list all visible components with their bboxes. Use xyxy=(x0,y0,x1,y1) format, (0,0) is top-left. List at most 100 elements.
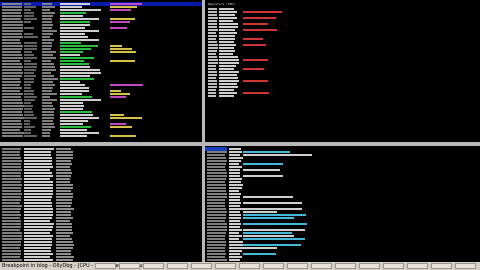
text-line xyxy=(219,65,236,67)
text-line xyxy=(24,256,51,258)
text-line xyxy=(42,66,56,68)
text-line xyxy=(60,84,86,86)
text-line xyxy=(56,163,73,165)
text-line xyxy=(42,117,54,119)
text-line xyxy=(110,90,121,92)
text-line xyxy=(2,21,24,23)
text-line xyxy=(2,184,22,186)
taskbar-button[interactable] xyxy=(215,263,236,269)
text-line xyxy=(2,223,21,225)
text-line xyxy=(207,175,227,177)
text-line xyxy=(219,29,236,31)
text-line xyxy=(56,208,74,210)
text-line xyxy=(56,238,73,240)
taskbar-button[interactable] xyxy=(455,263,476,269)
text-line xyxy=(207,229,227,231)
text-line xyxy=(42,6,56,8)
text-line xyxy=(2,33,23,35)
text-line xyxy=(56,166,71,168)
text-line xyxy=(42,54,54,56)
taskbar-button[interactable] xyxy=(239,263,260,269)
text-line xyxy=(2,129,20,131)
text-line xyxy=(24,190,53,192)
text-line xyxy=(60,15,84,17)
text-line xyxy=(207,199,226,201)
taskbar-button[interactable] xyxy=(191,263,212,269)
text-line xyxy=(60,72,102,74)
text-line xyxy=(24,117,38,119)
text-line xyxy=(229,214,241,216)
text-line xyxy=(56,157,74,159)
text-line xyxy=(207,163,226,165)
vertical-splitter-top[interactable] xyxy=(202,0,205,142)
text-line xyxy=(42,42,53,44)
taskbar-button[interactable] xyxy=(383,263,404,269)
text-line xyxy=(243,217,294,219)
text-line xyxy=(42,51,57,53)
text-line xyxy=(243,235,294,237)
registers-pane[interactable]: Registers (FPU) xyxy=(205,0,480,142)
text-line xyxy=(219,53,234,55)
text-line xyxy=(2,220,22,222)
taskbar-button[interactable] xyxy=(431,263,452,269)
text-line xyxy=(229,232,240,234)
text-line xyxy=(56,247,73,249)
text-line xyxy=(229,148,242,150)
text-line xyxy=(2,72,23,74)
text-line xyxy=(207,172,227,174)
text-line xyxy=(207,238,226,240)
text-line xyxy=(24,87,32,89)
taskbar-button[interactable] xyxy=(263,263,284,269)
hex-dump-pane[interactable] xyxy=(0,146,202,262)
text-line xyxy=(2,105,24,107)
text-line xyxy=(229,238,240,240)
text-line xyxy=(243,223,308,225)
text-line xyxy=(24,129,31,131)
taskbar-button[interactable] xyxy=(359,263,380,269)
text-line xyxy=(24,199,51,201)
text-line xyxy=(24,241,52,243)
text-line xyxy=(229,253,241,255)
text-line xyxy=(24,235,53,237)
horizontal-splitter[interactable] xyxy=(0,142,480,146)
text-line xyxy=(42,18,52,20)
taskbar-button[interactable] xyxy=(407,263,428,269)
text-line xyxy=(24,42,38,44)
text-line xyxy=(229,211,241,213)
disassembly-pane[interactable] xyxy=(0,0,202,142)
text-line xyxy=(56,154,74,156)
text-line xyxy=(207,187,227,189)
text-line xyxy=(229,178,242,180)
taskbar-button[interactable] xyxy=(335,263,356,269)
text-line xyxy=(60,132,99,134)
text-line xyxy=(2,214,21,216)
text-line xyxy=(24,93,35,95)
text-line xyxy=(42,90,52,92)
taskbar-button[interactable] xyxy=(119,263,140,269)
text-line xyxy=(219,77,238,79)
text-line xyxy=(24,51,33,53)
text-line xyxy=(2,154,21,156)
text-line xyxy=(2,12,21,14)
text-line xyxy=(24,184,53,186)
taskbar-button[interactable] xyxy=(311,263,332,269)
text-line xyxy=(207,259,227,261)
stack-pane[interactable] xyxy=(205,146,480,262)
text-line xyxy=(110,60,135,62)
text-line xyxy=(2,253,21,255)
taskbar-button[interactable] xyxy=(143,263,164,269)
text-line xyxy=(24,163,52,165)
text-line xyxy=(207,244,226,246)
text-line xyxy=(24,214,54,216)
taskbar-button[interactable] xyxy=(287,263,308,269)
text-line xyxy=(2,244,22,246)
text-line xyxy=(229,208,243,210)
taskbar-button[interactable] xyxy=(95,263,116,269)
taskbar-button[interactable] xyxy=(167,263,188,269)
text-line xyxy=(24,81,35,83)
text-line xyxy=(243,29,278,31)
text-line xyxy=(2,123,23,125)
text-line xyxy=(56,181,71,183)
text-line xyxy=(243,247,277,249)
vertical-splitter-bottom[interactable] xyxy=(202,146,205,262)
